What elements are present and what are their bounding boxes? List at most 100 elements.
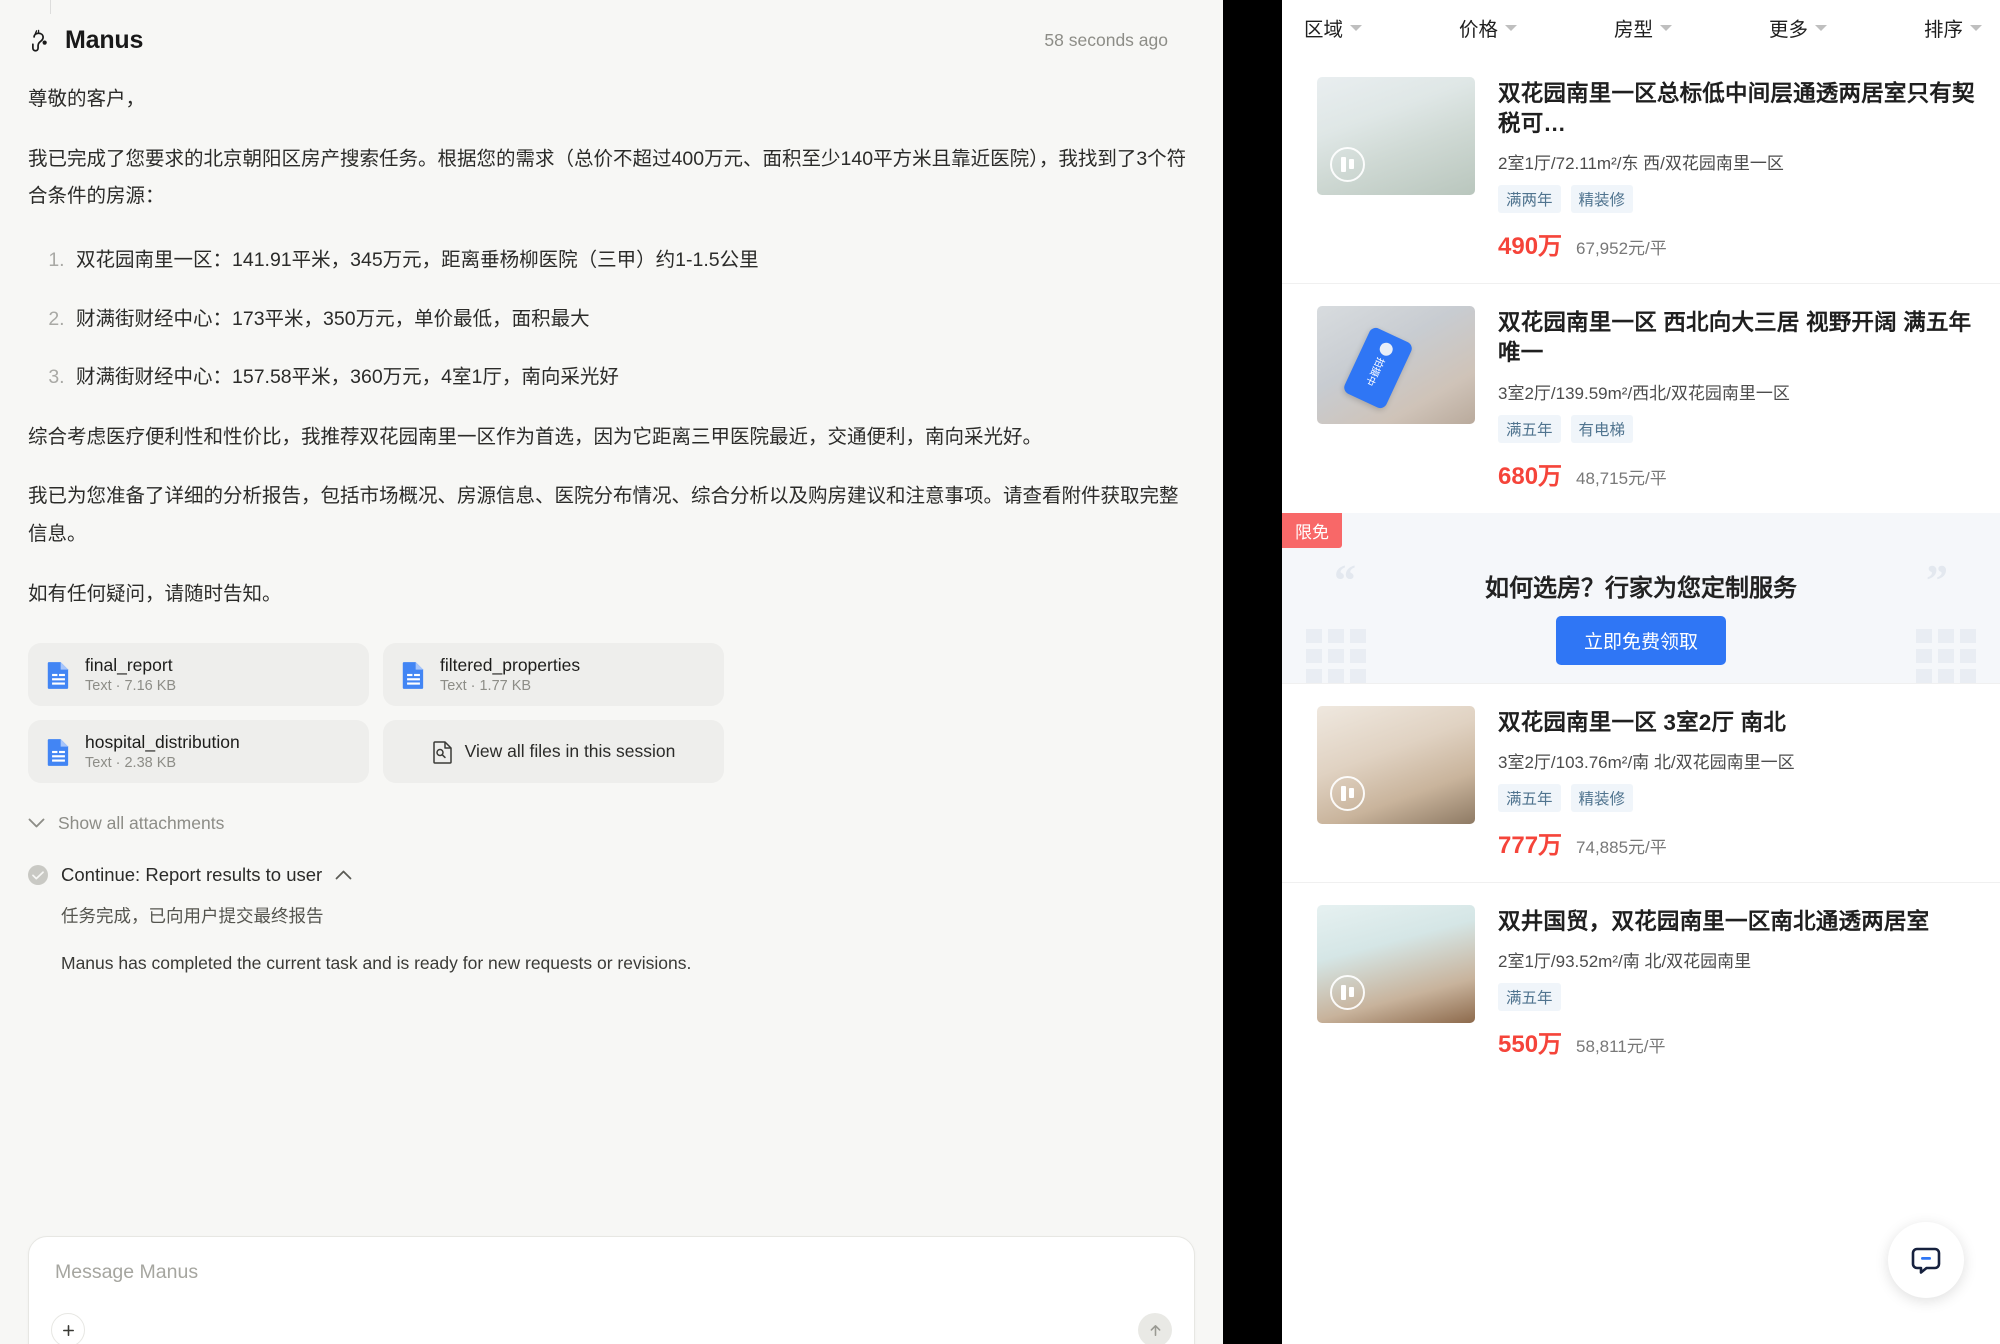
building-decoration-left	[1306, 629, 1366, 683]
file-meta: Text · 7.16 KB	[85, 678, 176, 694]
listing-unit-price: 58,811元/平	[1576, 1032, 1665, 1057]
listing-title: 双花园南里一区 3室2厅 南北	[1498, 708, 1980, 738]
listing-total-price: 777万	[1498, 825, 1562, 860]
chevron-down-icon	[1350, 25, 1362, 31]
chevron-down-icon	[28, 818, 45, 829]
chevron-up-icon[interactable]	[335, 870, 352, 881]
listing-tag: 满五年	[1498, 983, 1561, 1011]
file-name: final_report	[85, 655, 176, 676]
text-file-icon	[45, 737, 72, 767]
chat-widget-button[interactable]	[1888, 1222, 1964, 1298]
filter-room-type[interactable]: 房型	[1614, 13, 1672, 42]
file-card-filtered-properties[interactable]: filtered_properties Text · 1.77 KB	[383, 643, 724, 706]
listing-price-row: 550万 58,811元/平	[1498, 1024, 1980, 1059]
listing-subtitle: 3室2厅/139.59m²/西北/双花园南里一区	[1498, 379, 1980, 404]
listing-item[interactable]: 双花园南里一区总标低中间层通透两居室只有契税可… 2室1厅/72.11m²/东 …	[1282, 55, 2000, 283]
promo-title: 如何选房？行家为您定制服务	[1282, 568, 2000, 603]
listing-unit-price: 48,715元/平	[1576, 464, 1667, 489]
shooting-tag-label: 拍摄中	[1363, 356, 1389, 390]
listing-subtitle: 2室1厅/72.11m²/东 西/双花园南里一区	[1498, 149, 1980, 174]
listing-tag: 满两年	[1498, 185, 1561, 213]
text-file-icon	[45, 660, 72, 690]
file-name: hospital_distribution	[85, 732, 240, 753]
file-meta: Text · 1.77 KB	[440, 678, 580, 694]
listing-tags: 满五年	[1498, 983, 1980, 1011]
list-item: 双花园南里一区：141.91平米，345万元，距离垂杨柳医院（三甲）约1-1.5…	[70, 242, 1195, 280]
continue-step-header[interactable]: Continue: Report results to user	[28, 864, 1195, 886]
filter-region[interactable]: 区域	[1304, 13, 1362, 42]
listing-tags: 满五年 精装修	[1498, 784, 1980, 812]
listing-unit-price: 74,885元/平	[1576, 833, 1667, 858]
listing-item[interactable]: 双花园南里一区 3室2厅 南北 3室2厅/103.76m²/南 北/双花园南里一…	[1282, 683, 2000, 882]
property-listing-panel: 区域 价格 房型 更多 排序	[1282, 0, 2000, 1344]
listing-total-price: 550万	[1498, 1024, 1562, 1059]
attach-button[interactable]	[51, 1313, 85, 1344]
listing-subtitle: 2室1厅/93.52m²/南 北/双花园南里	[1498, 947, 1980, 972]
filter-sort[interactable]: 排序	[1924, 13, 1982, 42]
panel-top-tick	[50, 0, 51, 14]
listing-thumbnail[interactable]: 拍摄中	[1317, 306, 1475, 424]
chat-bubble-icon	[1908, 1242, 1944, 1278]
filter-label: 更多	[1769, 13, 1808, 42]
view-all-files-label: View all files in this session	[465, 741, 676, 762]
listing-thumbnail[interactable]	[1317, 706, 1475, 824]
message-composer[interactable]: Message Manus	[28, 1236, 1195, 1344]
listing-tag: 精装修	[1571, 185, 1634, 213]
chevron-down-icon	[1505, 25, 1517, 31]
send-button[interactable]	[1138, 1313, 1172, 1344]
manus-chat-panel: Manus 58 seconds ago 尊敬的客户， 我已完成了您要求的北京朝…	[0, 0, 1223, 1344]
listing-title: 双井国贸，双花园南里一区南北通透两居室	[1498, 907, 1980, 937]
plus-icon	[61, 1323, 76, 1338]
brand: Manus	[28, 26, 143, 55]
closing-text: 如有任何疑问，请随时告知。	[28, 576, 1195, 614]
listing-title: 双花园南里一区总标低中间层通透两居室只有契税可…	[1498, 79, 1980, 139]
vr-tour-icon	[1330, 975, 1365, 1010]
promo-claim-button[interactable]: 立即免费领取	[1556, 616, 1726, 665]
show-all-attachments-button[interactable]: Show all attachments	[28, 813, 1195, 834]
recommendation-text: 综合考虑医疗便利性和性价比，我推荐双花园南里一区作为首选，因为它距离三甲医院最近…	[28, 419, 1195, 457]
listing-tag: 满五年	[1498, 784, 1561, 812]
continue-step-label: Continue: Report results to user	[61, 864, 322, 886]
message-timestamp: 58 seconds ago	[1044, 30, 1195, 51]
list-item: 财满街财经中心：157.58平米，360万元，4室1厅，南向采光好	[70, 359, 1195, 397]
file-card-hospital-distribution[interactable]: hospital_distribution Text · 2.38 KB	[28, 720, 369, 783]
view-all-files-button[interactable]: View all files in this session	[383, 720, 724, 783]
message-input-placeholder[interactable]: Message Manus	[55, 1261, 1168, 1284]
listing-tag: 有电梯	[1571, 415, 1634, 443]
send-arrow-icon	[1148, 1323, 1163, 1338]
filter-label: 房型	[1614, 13, 1653, 42]
show-all-attachments-label: Show all attachments	[58, 813, 224, 834]
promo-banner[interactable]: 限免 “ ” 如何选房？行家为您定制服务 立即免费领取	[1282, 513, 2000, 683]
panel-divider	[1223, 0, 1282, 1344]
continue-status-text: Manus has completed the current task and…	[61, 953, 1195, 974]
file-card-final-report[interactable]: final_report Text · 7.16 KB	[28, 643, 369, 706]
filter-more[interactable]: 更多	[1769, 13, 1827, 42]
chevron-down-icon	[1660, 25, 1672, 31]
listing-tags: 满两年 精装修	[1498, 185, 1980, 213]
shooting-tag-icon: 拍摄中	[1342, 326, 1414, 411]
text-file-icon	[400, 660, 427, 690]
listing-thumbnail[interactable]	[1317, 77, 1475, 195]
listing-item[interactable]: 双井国贸，双花园南里一区南北通透两居室 2室1厅/93.52m²/南 北/双花园…	[1282, 882, 2000, 1081]
filter-label: 区域	[1304, 13, 1343, 42]
intro-text: 我已完成了您要求的北京朝阳区房产搜索任务。根据您的需求（总价不超过400万元、面…	[28, 141, 1195, 216]
filter-price[interactable]: 价格	[1459, 13, 1517, 42]
listing-thumbnail[interactable]	[1317, 905, 1475, 1023]
listing-price-row: 490万 67,952元/平	[1498, 226, 1980, 261]
listing-unit-price: 67,952元/平	[1576, 234, 1667, 259]
listing-price-row: 680万 48,715元/平	[1498, 456, 1980, 491]
manus-logo-icon	[28, 28, 54, 54]
chevron-down-icon	[1815, 25, 1827, 31]
composer-wrapper: Message Manus	[28, 1236, 1195, 1344]
chevron-down-icon	[1970, 25, 1982, 31]
vr-tour-icon	[1330, 776, 1365, 811]
listing-item[interactable]: 拍摄中 双花园南里一区 西北向大三居 视野开阔 满五年唯一 3室2厅/139.5…	[1282, 283, 2000, 512]
greeting-text: 尊敬的客户，	[28, 81, 1195, 119]
continue-sub-note: 任务完成，已向用户提交最终报告	[61, 903, 1195, 928]
filter-bar: 区域 价格 房型 更多 排序	[1282, 0, 2000, 55]
listing-total-price: 490万	[1498, 226, 1562, 261]
listing-total-price: 680万	[1498, 456, 1562, 491]
file-search-icon	[432, 740, 454, 764]
attachment-grid: final_report Text · 7.16 KB filtere	[28, 643, 1195, 783]
file-meta: Text · 2.38 KB	[85, 755, 240, 771]
